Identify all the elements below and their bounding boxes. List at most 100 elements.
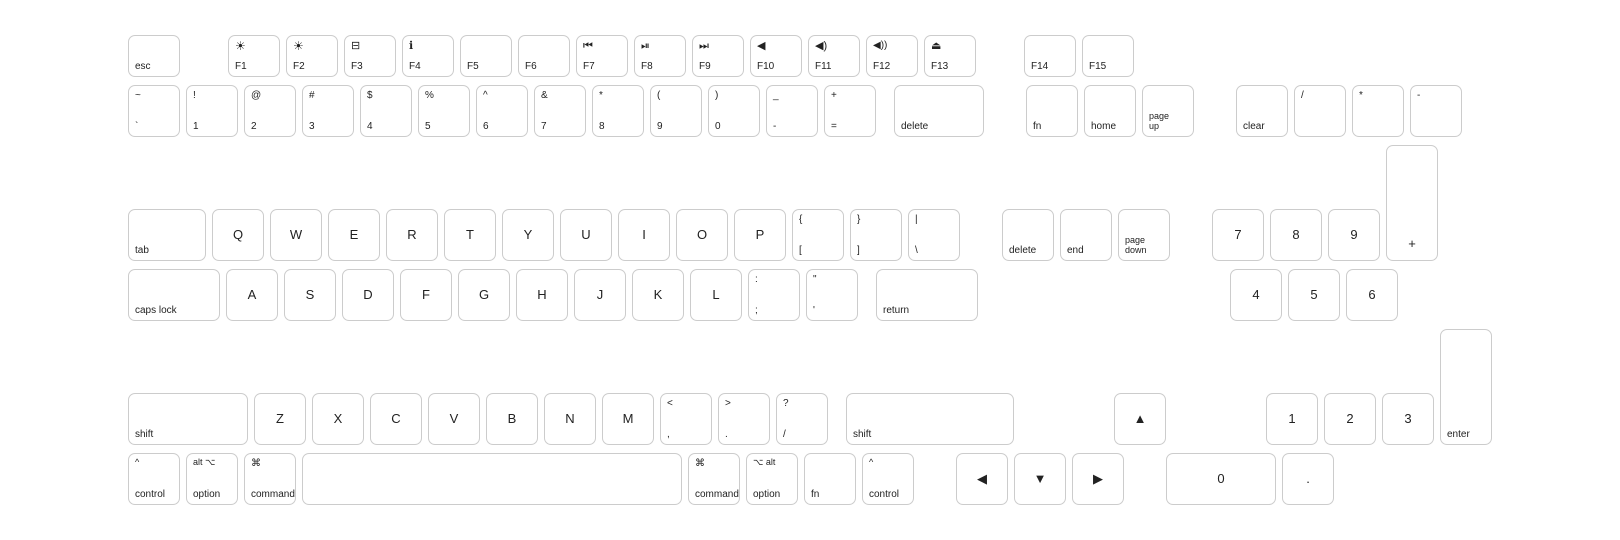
key-numpad-0[interactable]: 0 [1166, 453, 1276, 505]
key-arrow-right[interactable]: ▶ [1072, 453, 1124, 505]
key-numpad-1[interactable]: 1 [1266, 393, 1318, 445]
key-command-right[interactable]: ⌘ command [688, 453, 740, 505]
key-f3[interactable]: ⊟ F3 [344, 35, 396, 77]
key-numpad-3[interactable]: 3 [1382, 393, 1434, 445]
key-f[interactable]: F [400, 269, 452, 321]
key-5[interactable]: % 5 [418, 85, 470, 137]
key-f15[interactable]: F15 [1082, 35, 1134, 77]
key-v[interactable]: V [428, 393, 480, 445]
key-9[interactable]: ( 9 [650, 85, 702, 137]
key-3[interactable]: # 3 [302, 85, 354, 137]
key-shift-left[interactable]: shift [128, 393, 248, 445]
key-rightbracket[interactable]: } ] [850, 209, 902, 261]
key-home[interactable]: home [1084, 85, 1136, 137]
key-numpad-5[interactable]: 5 [1288, 269, 1340, 321]
key-equals[interactable]: + = [824, 85, 876, 137]
key-f9[interactable]: ⏭ F9 [692, 35, 744, 77]
key-tab[interactable]: tab [128, 209, 206, 261]
key-numpad-decimal[interactable]: . [1282, 453, 1334, 505]
key-numpad-plus[interactable]: + [1386, 145, 1438, 261]
key-numpad-slash[interactable]: / [1294, 85, 1346, 137]
key-tilde[interactable]: ~ ` [128, 85, 180, 137]
key-e[interactable]: E [328, 209, 380, 261]
key-f7[interactable]: ⏮ F7 [576, 35, 628, 77]
key-7[interactable]: & 7 [534, 85, 586, 137]
key-t[interactable]: T [444, 209, 496, 261]
key-i[interactable]: I [618, 209, 670, 261]
key-space[interactable] [302, 453, 682, 505]
key-end[interactable]: end [1060, 209, 1112, 261]
key-f6[interactable]: F6 [518, 35, 570, 77]
key-return[interactable]: return [876, 269, 978, 321]
key-numpad-9[interactable]: 9 [1328, 209, 1380, 261]
key-f1[interactable]: ☀ F1 [228, 35, 280, 77]
key-shift-right[interactable]: shift [846, 393, 1014, 445]
key-arrow-left[interactable]: ◀ [956, 453, 1008, 505]
key-control-right[interactable]: ^ control [862, 453, 914, 505]
key-numpad-enter[interactable]: enter [1440, 329, 1492, 445]
key-f11[interactable]: ◀) F11 [808, 35, 860, 77]
key-f4[interactable]: ℹ F4 [402, 35, 454, 77]
key-w[interactable]: W [270, 209, 322, 261]
key-o[interactable]: O [676, 209, 728, 261]
key-command-left[interactable]: ⌘ command [244, 453, 296, 505]
key-f2[interactable]: ☀ F2 [286, 35, 338, 77]
key-4[interactable]: $ 4 [360, 85, 412, 137]
key-pageup[interactable]: pageup [1142, 85, 1194, 137]
key-fn[interactable]: fn [1026, 85, 1078, 137]
key-f12[interactable]: ◀)) F12 [866, 35, 918, 77]
key-1[interactable]: ! 1 [186, 85, 238, 137]
key-numpad-8[interactable]: 8 [1270, 209, 1322, 261]
key-f13[interactable]: ⏏ F13 [924, 35, 976, 77]
key-f10[interactable]: ◀ F10 [750, 35, 802, 77]
key-j[interactable]: J [574, 269, 626, 321]
key-numpad-asterisk[interactable]: * [1352, 85, 1404, 137]
key-option-left[interactable]: alt ⌥ option [186, 453, 238, 505]
key-y[interactable]: Y [502, 209, 554, 261]
key-r[interactable]: R [386, 209, 438, 261]
key-f8[interactable]: ⏯ F8 [634, 35, 686, 77]
key-z[interactable]: Z [254, 393, 306, 445]
key-period[interactable]: > . [718, 393, 770, 445]
key-quote[interactable]: " ' [806, 269, 858, 321]
key-minus[interactable]: _ - [766, 85, 818, 137]
key-p[interactable]: P [734, 209, 786, 261]
key-6[interactable]: ^ 6 [476, 85, 528, 137]
key-g[interactable]: G [458, 269, 510, 321]
key-q[interactable]: Q [212, 209, 264, 261]
key-f14[interactable]: F14 [1024, 35, 1076, 77]
key-pagedown[interactable]: pagedown [1118, 209, 1170, 261]
key-0[interactable]: ) 0 [708, 85, 760, 137]
key-comma[interactable]: < , [660, 393, 712, 445]
key-arrow-down[interactable]: ▼ [1014, 453, 1066, 505]
key-numpad-2[interactable]: 2 [1324, 393, 1376, 445]
key-b[interactable]: B [486, 393, 538, 445]
key-m[interactable]: M [602, 393, 654, 445]
key-l[interactable]: L [690, 269, 742, 321]
key-capslock[interactable]: caps lock [128, 269, 220, 321]
key-8[interactable]: * 8 [592, 85, 644, 137]
key-numpad-7[interactable]: 7 [1212, 209, 1264, 261]
key-a[interactable]: A [226, 269, 278, 321]
key-d[interactable]: D [342, 269, 394, 321]
key-n[interactable]: N [544, 393, 596, 445]
key-s[interactable]: S [284, 269, 336, 321]
key-delete2[interactable]: delete [1002, 209, 1054, 261]
key-h[interactable]: H [516, 269, 568, 321]
key-numpad-6[interactable]: 6 [1346, 269, 1398, 321]
key-option-right[interactable]: ⌥ alt option [746, 453, 798, 505]
key-k[interactable]: K [632, 269, 684, 321]
key-semicolon[interactable]: : ; [748, 269, 800, 321]
key-control-left[interactable]: ^ control [128, 453, 180, 505]
key-delete[interactable]: delete [894, 85, 984, 137]
key-f5[interactable]: F5 [460, 35, 512, 77]
key-arrow-up[interactable]: ▲ [1114, 393, 1166, 445]
key-esc[interactable]: esc [128, 35, 180, 77]
key-fn-right[interactable]: fn [804, 453, 856, 505]
key-slash[interactable]: ? / [776, 393, 828, 445]
key-clear[interactable]: clear [1236, 85, 1288, 137]
key-numpad-4[interactable]: 4 [1230, 269, 1282, 321]
key-x[interactable]: X [312, 393, 364, 445]
key-leftbracket[interactable]: { [ [792, 209, 844, 261]
key-u[interactable]: U [560, 209, 612, 261]
